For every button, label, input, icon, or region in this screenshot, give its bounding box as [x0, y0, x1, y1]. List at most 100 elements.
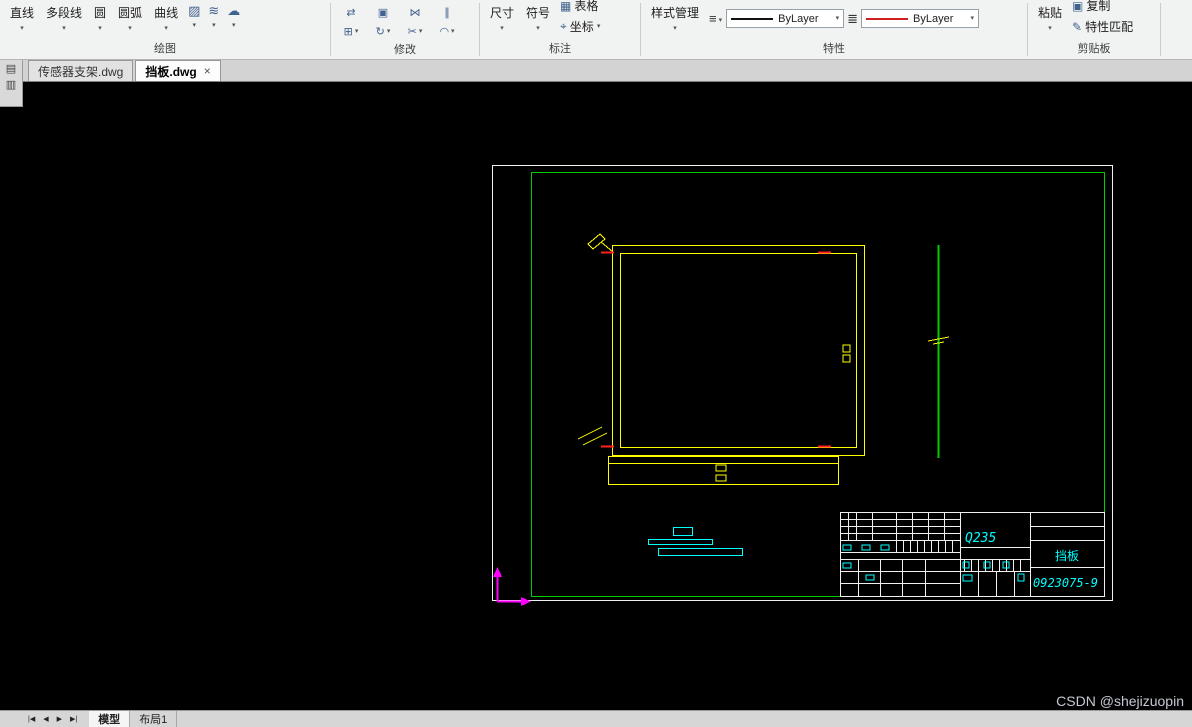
ribbon-group-draw: 直线 ▾ 多段线 ▾ 圆 ▾ 圆弧 ▾ 曲线 ▾ ▨ ▾ ≋ ▾ ☁ ▾ 绘图 [0, 0, 330, 59]
match-properties-button[interactable]: ✎ 特性匹配 [1068, 16, 1137, 37]
revision-cloud-button[interactable]: ☁ ▾ [223, 1, 244, 30]
chevron-down-icon[interactable]: ▾ [836, 15, 840, 23]
copy-clip-button[interactable]: ▣ 复制 [1068, 0, 1137, 16]
model-tab[interactable]: 模型 [89, 711, 131, 727]
spline-button[interactable]: 曲线 ▾ [148, 1, 184, 33]
dimension-button[interactable]: 尺寸 ▾ [484, 1, 520, 33]
fillet-icon: ◠ [439, 25, 450, 38]
color-swatch-line [866, 17, 909, 20]
table-button[interactable]: ▦ 表格 [556, 0, 604, 16]
chevron-down-icon[interactable]: ▾ [192, 22, 196, 30]
paste-button[interactable]: 粘贴 ▾ [1032, 1, 1068, 33]
multiline-button[interactable]: ≋ ▾ [204, 1, 223, 30]
trim-icon: ✂ [407, 25, 417, 38]
chevron-down-icon[interactable]: ▾ [164, 25, 168, 33]
main-area: ▤ ▥ 传感器支架.dwg 挡板.dwg × Q235 挡板 0923075-9… [0, 60, 1192, 710]
annotate-tools: 尺寸 ▾ 符号 ▾ ▦ 表格 ⌖ 坐标 ▾ [480, 0, 640, 40]
chevron-down-icon[interactable]: ▾ [62, 25, 66, 33]
symbol-button-label: 符号 [526, 6, 551, 20]
ribbon: 直线 ▾ 多段线 ▾ 圆 ▾ 圆弧 ▾ 曲线 ▾ ▨ ▾ ≋ ▾ ☁ ▾ 绘图 … [0, 0, 1192, 60]
layer-list-button[interactable]: ≡ ▾ [705, 1, 726, 26]
doc-tab-label: 传感器支架.dwg [38, 64, 124, 79]
coordinate-icon: ⌖ [560, 19, 567, 33]
drawing-svg[interactable]: Q235 挡板 0923075-9 [0, 82, 1192, 710]
polyline-button[interactable]: 多段线 ▾ [40, 1, 88, 33]
color-value: ByLayer [913, 12, 954, 25]
doc-tab-baffle[interactable]: 挡板.dwg × [135, 60, 221, 81]
style-manager-button-label: 样式管理 [651, 6, 700, 20]
rotate-button[interactable]: ↻ ▾ [367, 22, 399, 41]
chevron-down-icon[interactable]: ▾ [536, 25, 540, 33]
chevron-down-icon[interactable]: ▾ [500, 25, 504, 33]
chevron-down-icon[interactable]: ▾ [355, 28, 359, 36]
ribbon-group-clipboard: 粘贴 ▾ ▣ 复制 ✎ 特性匹配 剪贴板 [1028, 0, 1160, 59]
ribbon-group-label-properties: 特性 [823, 43, 845, 55]
sheet-border-outer [492, 165, 1113, 601]
spline-button-label: 曲线 [154, 6, 179, 20]
copy-clip-button-label: 复制 [1086, 0, 1111, 13]
ribbon-group-properties: 样式管理 ▾ ≡ ▾ ByLayer ▾ ≣ ByLayer ▾ 特性 [641, 0, 1027, 59]
array-icon: ⊞ [343, 25, 353, 38]
copy-button[interactable]: ▣ [367, 3, 399, 22]
sheet-next-icon[interactable]: ▶ [53, 715, 66, 723]
chevron-down-icon[interactable]: ▾ [719, 17, 723, 25]
line-button[interactable]: 直线 ▾ [4, 1, 40, 33]
chevron-down-icon[interactable]: ▾ [597, 23, 601, 31]
front-view[interactable] [577, 233, 865, 456]
line-button-label: 直线 [10, 6, 35, 20]
title-block-text[interactable]: Q235 挡板 0923075-9 [965, 531, 1098, 590]
chevron-down-icon[interactable]: ▾ [98, 25, 102, 33]
move-button[interactable]: ⇄ [335, 3, 367, 22]
model-tab-label: 模型 [98, 714, 121, 726]
trim-button[interactable]: ✂ ▾ [399, 22, 431, 41]
chevron-down-icon[interactable]: ▾ [128, 25, 132, 33]
circle-button[interactable]: 圆 ▾ [88, 1, 112, 33]
offset-button[interactable]: ∥ [431, 3, 463, 22]
mirror-button[interactable]: ⋈ [399, 3, 431, 22]
chevron-down-icon[interactable]: ▾ [419, 28, 423, 36]
chevron-down-icon[interactable]: ▾ [212, 22, 216, 30]
chevron-down-icon[interactable]: ▾ [971, 15, 975, 23]
sheet-first-icon[interactable]: |◀ [24, 715, 39, 723]
sheet-last-icon[interactable]: ▶| [66, 715, 81, 723]
arc-button[interactable]: 圆弧 ▾ [112, 1, 148, 33]
chevron-down-icon[interactable]: ▾ [232, 22, 236, 30]
layout1-tab[interactable]: 布局1 [130, 711, 178, 727]
table-button-label: 表格 [574, 0, 599, 13]
palette-icon-top[interactable]: ▤ [6, 63, 16, 75]
lineweight-button[interactable]: ≣ [844, 1, 861, 27]
polyline-button-label: 多段线 [46, 6, 83, 20]
side-palette-strip: ▤ ▥ [0, 60, 23, 107]
ribbon-separator [1160, 3, 1161, 56]
arc-button-label: 圆弧 [118, 6, 143, 20]
hatch-button[interactable]: ▨ ▾ [184, 1, 204, 30]
layout1-tab-label: 布局1 [139, 714, 168, 726]
material-text[interactable]: Q235 [965, 531, 996, 546]
part-number-text[interactable]: 0923075-9 [1033, 576, 1098, 590]
fillet-button[interactable]: ◠ ▾ [431, 22, 463, 41]
part-name-text[interactable]: 挡板 [1055, 549, 1079, 563]
ribbon-group-modify: ⇄ ▣ ⋈ ∥ ⊞ ▾ ↻ ▾ ✂ ▾ ◠ ▾ 修改 [331, 0, 479, 59]
symbol-button[interactable]: 符号 ▾ [520, 1, 556, 33]
array-button[interactable]: ⊞ ▾ [335, 22, 367, 41]
linetype-value: ByLayer [778, 12, 819, 25]
chevron-down-icon[interactable]: ▾ [673, 25, 677, 33]
annotation-boxes[interactable] [648, 527, 743, 556]
chevron-down-icon[interactable]: ▾ [1048, 25, 1052, 33]
drawing-canvas[interactable]: Q235 挡板 0923075-9 CSDN @shejizuopin [0, 82, 1192, 710]
color-select[interactable]: ByLayer ▾ [861, 9, 980, 28]
palette-icon-bottom[interactable]: ▥ [6, 79, 16, 91]
paste-button-label: 粘贴 [1038, 6, 1063, 20]
match-properties-label: 特性匹配 [1085, 20, 1134, 34]
style-manager-button[interactable]: 样式管理 ▾ [645, 1, 705, 33]
coordinate-button[interactable]: ⌖ 坐标 ▾ [556, 16, 604, 37]
linetype-select[interactable]: ByLayer ▾ [726, 9, 845, 28]
close-icon[interactable]: × [204, 65, 211, 77]
chevron-down-icon[interactable]: ▾ [387, 28, 391, 36]
chevron-down-icon[interactable]: ▾ [20, 25, 24, 33]
bottom-view[interactable] [608, 456, 839, 485]
doc-tab-sensor-bracket[interactable]: 传感器支架.dwg [28, 60, 134, 81]
chevron-down-icon[interactable]: ▾ [451, 28, 455, 36]
modify-tools: ⇄ ▣ ⋈ ∥ ⊞ ▾ ↻ ▾ ✂ ▾ ◠ ▾ [331, 0, 479, 41]
sheet-prev-icon[interactable]: ◀ [39, 715, 52, 723]
